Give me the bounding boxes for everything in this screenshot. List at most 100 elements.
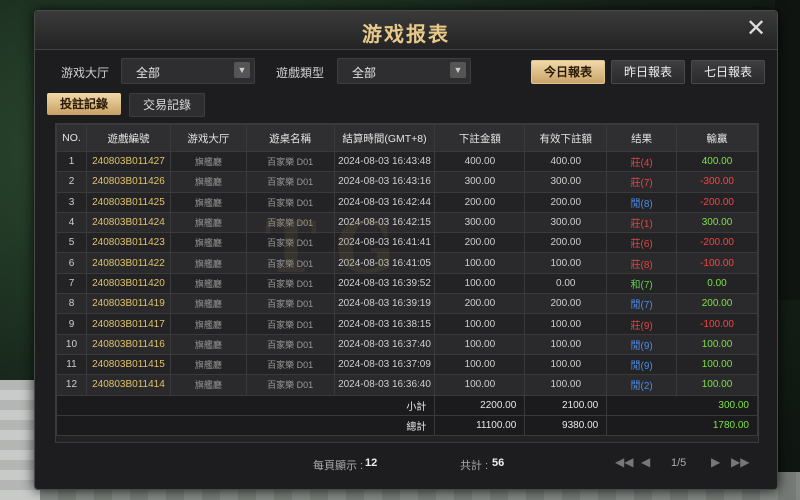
table-row: 8 240803B011419 旗艦廳 百家樂 D01 2024-08-03 16:39… [56, 293, 758, 315]
win-loss: -100.00 [676, 252, 758, 274]
per-page-label: 每頁顯示 : [313, 460, 364, 472]
hall-name: 旗艦廳 [169, 333, 247, 355]
valid-bet: 200.00 [524, 232, 608, 254]
hall-select-value: 全部 [136, 66, 161, 80]
table-row: 9 240803B011417 旗艦廳 百家樂 D01 2024-08-03 16:38… [56, 313, 758, 335]
bet-records-table: NO. 遊戲編號 游戏大厅 遊桌名稱 結算時間(GMT+8) 下註金額 有效下註… [55, 123, 759, 443]
subtotal-row-bet: 2200.00 [434, 394, 526, 416]
bet-id: 240803B011424 [85, 211, 171, 234]
pagination-bar: 每頁顯示 : 12 共計 : 56 ◀◀ ◀ 1/5 ▶ ▶▶ [35, 451, 777, 477]
table-name: 百家樂 D01 [245, 353, 335, 376]
settle-time: 2024-08-03 16:38:15 [333, 313, 436, 335]
row-number: 10 [56, 333, 87, 355]
win-loss: -200.00 [676, 191, 758, 213]
today-report-button[interactable]: 今日報表 [531, 60, 605, 84]
settle-time: 2024-08-03 16:42:44 [333, 191, 436, 213]
bet-amount: 100.00 [434, 374, 526, 396]
table-name: 百家樂 D01 [245, 374, 335, 396]
right-panel-edge [775, 0, 800, 300]
table-row: 2 240803B011426 旗艦廳 百家樂 D01 2024-08-03 16:43… [56, 171, 758, 193]
table-row: 1 240803B011427 旗艦廳 百家樂 D01 2024-08-03 16:43… [56, 150, 758, 173]
result: 莊(8) [606, 252, 678, 274]
hall-name: 旗艦廳 [169, 313, 247, 335]
valid-bet: 300.00 [524, 211, 608, 234]
table-name: 百家樂 D01 [245, 313, 335, 335]
result: 閒(7) [606, 293, 678, 315]
bet-amount: 100.00 [434, 272, 526, 295]
table-name: 百家樂 D01 [245, 293, 335, 315]
chevron-down-icon: ▼ [234, 62, 250, 78]
bet-amount: 200.00 [434, 191, 526, 213]
bet-id: 240803B011419 [85, 293, 171, 315]
bet-amount: 400.00 [434, 150, 526, 173]
settle-time: 2024-08-03 16:41:05 [333, 252, 436, 274]
last-page-icon[interactable]: ▶▶ [731, 455, 749, 469]
win-loss: -300.00 [676, 171, 758, 193]
bet-id: 240803B011414 [85, 374, 171, 396]
bet-id: 240803B011415 [85, 353, 171, 376]
bet-amount: 100.00 [434, 333, 526, 355]
result: 莊(9) [606, 313, 678, 335]
hall-select[interactable]: 全部 ▼ [121, 58, 255, 84]
hall-filter-label: 游戏大厅 [61, 66, 110, 80]
type-select-value: 全部 [352, 66, 377, 80]
first-page-icon[interactable]: ◀◀ [615, 455, 633, 469]
prev-page-icon[interactable]: ◀ [641, 455, 650, 469]
seven-day-report-button[interactable]: 七日報表 [691, 60, 765, 84]
valid-bet: 300.00 [524, 171, 608, 193]
result: 莊(4) [606, 150, 678, 173]
row-number: 2 [56, 171, 87, 193]
table-row: 5 240803B011423 旗艦廳 百家樂 D01 2024-08-03 16:41… [56, 232, 758, 254]
settle-time: 2024-08-03 16:36:40 [333, 374, 436, 396]
result: 閒(2) [606, 374, 678, 396]
total-row-label: 總計 [56, 414, 436, 436]
yesterday-report-button[interactable]: 昨日報表 [611, 60, 685, 84]
valid-bet: 100.00 [524, 353, 608, 376]
total-row-bet: 11100.00 [434, 414, 526, 436]
hall-name: 旗艦廳 [169, 353, 247, 376]
column-header: 遊戲編號 [85, 124, 171, 152]
hall-name: 旗艦廳 [169, 293, 247, 315]
type-select[interactable]: 全部 ▼ [337, 58, 471, 84]
table-name: 百家樂 D01 [245, 252, 335, 274]
column-header: 游戏大厅 [169, 124, 247, 152]
valid-bet: 200.00 [524, 191, 608, 213]
bet-amount: 300.00 [434, 211, 526, 234]
next-page-icon[interactable]: ▶ [711, 455, 720, 469]
valid-bet: 100.00 [524, 252, 608, 274]
total-count-value: 56 [492, 457, 505, 469]
row-number: 7 [56, 272, 87, 295]
tab-bet-records[interactable]: 投註記錄 [47, 93, 121, 115]
win-loss: -200.00 [676, 232, 758, 254]
win-loss: 100.00 [676, 374, 758, 396]
hall-name: 旗艦廳 [169, 211, 247, 234]
settle-time: 2024-08-03 16:37:40 [333, 333, 436, 355]
game-report-modal: 游戏报表 ✕ 游戏大厅 全部 ▼ 遊戲類型 全部 ▼ 今日報表 昨日報表 七日報… [34, 10, 778, 490]
bet-id: 240803B011426 [85, 171, 171, 193]
row-number: 1 [56, 150, 87, 173]
result: 莊(1) [606, 211, 678, 234]
table-row: 7 240803B011420 旗艦廳 百家樂 D01 2024-08-03 16:39… [56, 272, 758, 295]
row-number: 4 [56, 211, 87, 234]
bet-amount: 100.00 [434, 353, 526, 376]
row-number: 12 [56, 374, 87, 396]
bet-amount: 100.00 [434, 313, 526, 335]
total-count-label: 共計 : [460, 460, 489, 472]
type-filter-label: 遊戲類型 [276, 66, 325, 80]
tab-transaction-records[interactable]: 交易記錄 [129, 93, 205, 117]
hall-name: 旗艦廳 [169, 171, 247, 193]
column-header: 結算時間(GMT+8) [333, 124, 436, 152]
table-header-row: NO. 遊戲編號 游戏大厅 遊桌名稱 結算時間(GMT+8) 下註金額 有效下註… [56, 124, 758, 152]
valid-bet: 100.00 [524, 313, 608, 335]
row-number: 11 [56, 353, 87, 376]
subtotal-row: 小計 2200.00 2100.00 300.00 [56, 394, 758, 416]
table-row: 6 240803B011422 旗艦廳 百家樂 D01 2024-08-03 16:41… [56, 252, 758, 274]
table-row: 4 240803B011424 旗艦廳 百家樂 D01 2024-08-03 16:42… [56, 211, 758, 234]
page-indicator: 1/5 [671, 457, 687, 469]
bet-amount: 100.00 [434, 252, 526, 274]
settle-time: 2024-08-03 16:37:09 [333, 353, 436, 376]
column-header: NO. [56, 124, 87, 152]
close-icon[interactable]: ✕ [743, 16, 769, 42]
row-number: 6 [56, 252, 87, 274]
modal-header: 游戏报表 ✕ [35, 11, 777, 50]
